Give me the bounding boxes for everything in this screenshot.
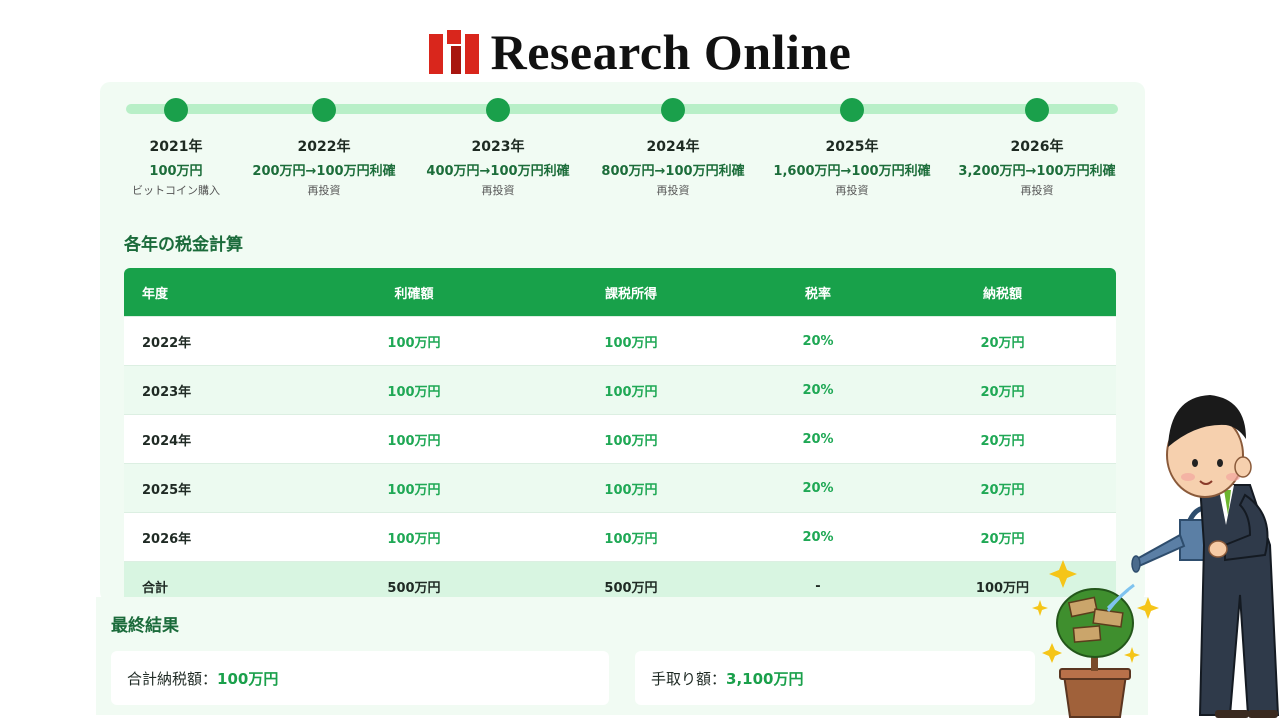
cell-profit: 100万円 — [313, 414, 515, 464]
timeline-amount: 3,200万円→100万円利確 — [958, 164, 1116, 179]
cell-year: 2026年 — [124, 512, 313, 562]
column-header: 税率 — [804, 286, 831, 302]
cell-taxable-income: 100万円 — [515, 512, 747, 562]
cell-taxable-income: 100万円 — [515, 365, 747, 415]
cell-profit: 100万円 — [313, 316, 515, 366]
cell-year: 2023年 — [124, 365, 313, 415]
timeline-note: 再投資 — [835, 184, 869, 197]
logo: Research Online — [0, 24, 1280, 80]
timeline-year: 2023年 — [471, 139, 525, 155]
cell-year: 2022年 — [124, 316, 313, 366]
table-row: 2026年 100万円 100万円 20% 20万円 — [124, 512, 1116, 562]
timeline: 2021年 100万円 ビットコイン購入 2022年 200万円→100万円利確… — [126, 92, 1118, 212]
businessman-watering-money-tree-illustration — [1032, 395, 1280, 718]
research-online-logo-icon — [428, 30, 479, 74]
total-tax-card: 合計納税額： 100万円 — [111, 651, 609, 705]
cell-tax-amount: 20万円 — [889, 316, 1116, 366]
timeline-dot — [486, 98, 510, 122]
logo-text: Research Online — [490, 24, 852, 80]
cell-tax-rate: 20% — [747, 316, 889, 366]
cell-tax-rate: 20% — [747, 414, 889, 464]
cell-profit: 100万円 — [313, 512, 515, 562]
total-tax-label: 合計納税額： — [127, 669, 218, 688]
cell-year: 2024年 — [124, 414, 313, 464]
table-row: 2024年 100万円 100万円 20% 20万円 — [124, 414, 1116, 464]
table-row: 2025年 100万円 100万円 20% 20万円 — [124, 463, 1116, 513]
timeline-amount: 400万円→100万円利確 — [426, 164, 570, 179]
cell-year: 2025年 — [124, 463, 313, 513]
tax-table: 年度 利確額 課税所得 税率 納税額 2022年 100万円 100万円 20%… — [124, 268, 1116, 610]
timeline-note: 再投資 — [307, 184, 341, 197]
net-amount-label: 手取り額： — [651, 669, 727, 688]
cell-profit: 100万円 — [313, 365, 515, 415]
timeline-item: 2026年 3,200万円→100万円利確 再投資 — [937, 92, 1137, 198]
column-header: 課税所得 — [604, 286, 657, 302]
timeline-item: 2024年 800万円→100万円利確 再投資 — [573, 92, 773, 198]
cell-tax-rate: 20% — [747, 365, 889, 415]
column-header: 年度 — [142, 286, 169, 302]
cell-tax-rate: 20% — [747, 512, 889, 562]
timeline-dot — [312, 98, 336, 122]
timeline-item: 2022年 200万円→100万円利確 再投資 — [224, 92, 424, 198]
table-row: 2022年 100万円 100万円 20% 20万円 — [124, 316, 1116, 366]
column-header: 納税額 — [982, 286, 1022, 302]
cell-taxable-income: 100万円 — [515, 463, 747, 513]
timeline-year: 2022年 — [297, 139, 351, 155]
net-amount-value: 3,100万円 — [726, 669, 804, 688]
timeline-amount: 1,600万円→100万円利確 — [773, 164, 931, 179]
final-result-title: 最終結果 — [111, 616, 179, 636]
timeline-item: 2025年 1,600万円→100万円利確 再投資 — [752, 92, 952, 198]
timeline-amount: 200万円→100万円利確 — [252, 164, 396, 179]
net-amount-card: 手取り額： 3,100万円 — [635, 651, 1035, 705]
timeline-item: 2023年 400万円→100万円利確 再投資 — [398, 92, 598, 198]
cell-taxable-income: 100万円 — [515, 414, 747, 464]
cell-profit: 100万円 — [313, 463, 515, 513]
timeline-note: 再投資 — [481, 184, 515, 197]
timeline-dot — [1025, 98, 1049, 122]
tax-section-title: 各年の税金計算 — [124, 235, 243, 255]
timeline-note: 再投資 — [656, 184, 690, 197]
timeline-dot — [164, 98, 188, 122]
cell-tax-rate: 20% — [747, 463, 889, 513]
timeline-dot — [840, 98, 864, 122]
timeline-year: 2026年 — [1010, 139, 1064, 155]
timeline-year: 2025年 — [825, 139, 879, 155]
cell-taxable-income: 100万円 — [515, 316, 747, 366]
table-header-row: 年度 利確額 課税所得 税率 納税額 — [124, 268, 1116, 317]
column-header: 利確額 — [394, 286, 434, 302]
timeline-year: 2024年 — [646, 139, 700, 155]
total-tax-value: 100万円 — [217, 669, 279, 688]
timeline-amount: 800万円→100万円利確 — [601, 164, 745, 179]
timeline-note: 再投資 — [1020, 184, 1054, 197]
timeline-dot — [661, 98, 685, 122]
table-row: 2023年 100万円 100万円 20% 20万円 — [124, 365, 1116, 415]
